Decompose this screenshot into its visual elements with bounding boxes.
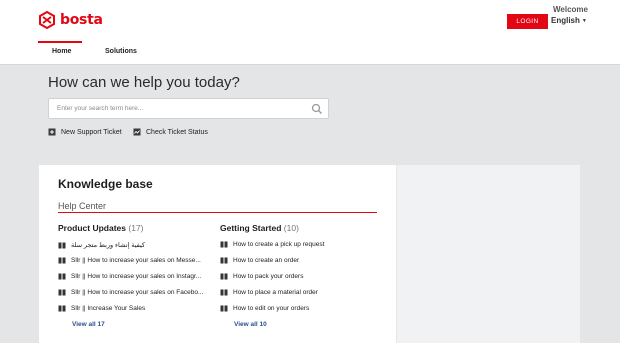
category-count: (10) bbox=[283, 223, 299, 233]
article-link[interactable]: Sllr || How to increase your sales on In… bbox=[58, 273, 208, 280]
search-box[interactable]: Enter your search term here... bbox=[48, 98, 329, 119]
article-title: Sllr || How to increase your sales on In… bbox=[71, 273, 202, 280]
article-link[interactable]: How to create an order bbox=[220, 257, 380, 264]
article-icon bbox=[220, 273, 228, 280]
article-icon bbox=[220, 289, 228, 296]
article-icon bbox=[58, 257, 66, 264]
article-title: Sllr || Increase Your Sales bbox=[71, 305, 146, 312]
knowledge-base-title: Knowledge base bbox=[58, 177, 153, 191]
sidebar-panel bbox=[397, 165, 580, 343]
new-support-ticket-label: New Support Ticket bbox=[61, 128, 122, 136]
check-ticket-status-label: Check Ticket Status bbox=[146, 128, 208, 136]
ticket-icon bbox=[48, 128, 56, 136]
article-icon bbox=[220, 305, 228, 312]
category-title: Getting Started bbox=[220, 223, 282, 233]
article-icon bbox=[220, 257, 228, 264]
article-link[interactable]: Sllr || Increase Your Sales bbox=[58, 305, 208, 312]
article-link[interactable]: How to place a material order bbox=[220, 289, 380, 296]
new-support-ticket-link[interactable]: New Support Ticket bbox=[48, 128, 122, 136]
article-link[interactable]: Sllr || How to increase your sales on Fa… bbox=[58, 289, 208, 296]
search-input[interactable]: Enter your search term here... bbox=[57, 105, 143, 112]
bosta-logo[interactable]: bosta bbox=[38, 11, 103, 29]
article-title: How to pack your orders bbox=[233, 273, 304, 280]
help-center-heading: Help Center bbox=[58, 201, 107, 211]
top-header: bosta Welcome LOGIN English ▼ Home Solut… bbox=[0, 0, 620, 65]
category-product-updates[interactable]: Product Updates (17) bbox=[58, 223, 144, 233]
article-title: كيفية إنشاء وربط متجر سلة bbox=[71, 242, 146, 249]
article-title: Sllr || How to increase your sales on Me… bbox=[71, 257, 201, 264]
category-count: (17) bbox=[128, 223, 144, 233]
article-title: How to create an order bbox=[233, 257, 300, 264]
article-icon bbox=[58, 242, 66, 248]
page-title: How can we help you today? bbox=[48, 74, 240, 91]
knowledge-base-card: Knowledge base Help Center Product Updat… bbox=[39, 165, 396, 343]
search-icon[interactable] bbox=[311, 103, 323, 115]
article-title: How to create a pick up request bbox=[233, 241, 325, 248]
article-icon bbox=[58, 273, 66, 280]
status-icon bbox=[133, 128, 141, 136]
article-title: Sllr || How to increase your sales on Fa… bbox=[71, 289, 204, 296]
brand-name: bosta bbox=[60, 12, 103, 28]
view-all-getting-started-link[interactable]: View all 10 bbox=[234, 321, 267, 328]
category-getting-started[interactable]: Getting Started (10) bbox=[220, 223, 299, 233]
welcome-text: Welcome bbox=[553, 5, 588, 14]
login-button[interactable]: LOGIN bbox=[507, 14, 548, 29]
article-icon bbox=[58, 305, 66, 312]
bosta-logo-icon bbox=[39, 11, 55, 29]
category-title: Product Updates bbox=[58, 223, 127, 233]
tab-solutions[interactable]: Solutions bbox=[105, 48, 137, 55]
article-link[interactable]: Sllr || How to increase your sales on Me… bbox=[58, 257, 208, 264]
section-divider bbox=[58, 212, 377, 213]
article-link[interactable]: How to edit on your orders bbox=[220, 305, 380, 312]
article-icon bbox=[220, 241, 228, 248]
article-title: How to place a material order bbox=[233, 289, 318, 296]
active-tab-indicator bbox=[38, 41, 82, 43]
article-link[interactable]: كيفية إنشاء وربط متجر سلة bbox=[58, 241, 208, 249]
article-link[interactable]: How to pack your orders bbox=[220, 273, 380, 280]
language-label: English bbox=[551, 16, 580, 25]
article-link[interactable]: How to create a pick up request bbox=[220, 241, 380, 248]
view-all-product-updates-link[interactable]: View all 17 bbox=[72, 321, 105, 328]
tab-home[interactable]: Home bbox=[52, 48, 71, 55]
check-ticket-status-link[interactable]: Check Ticket Status bbox=[133, 128, 208, 136]
caret-down-icon: ▼ bbox=[581, 17, 587, 24]
article-title: How to edit on your orders bbox=[233, 305, 310, 312]
language-selector[interactable]: English ▼ bbox=[551, 16, 587, 25]
article-icon bbox=[58, 289, 66, 296]
